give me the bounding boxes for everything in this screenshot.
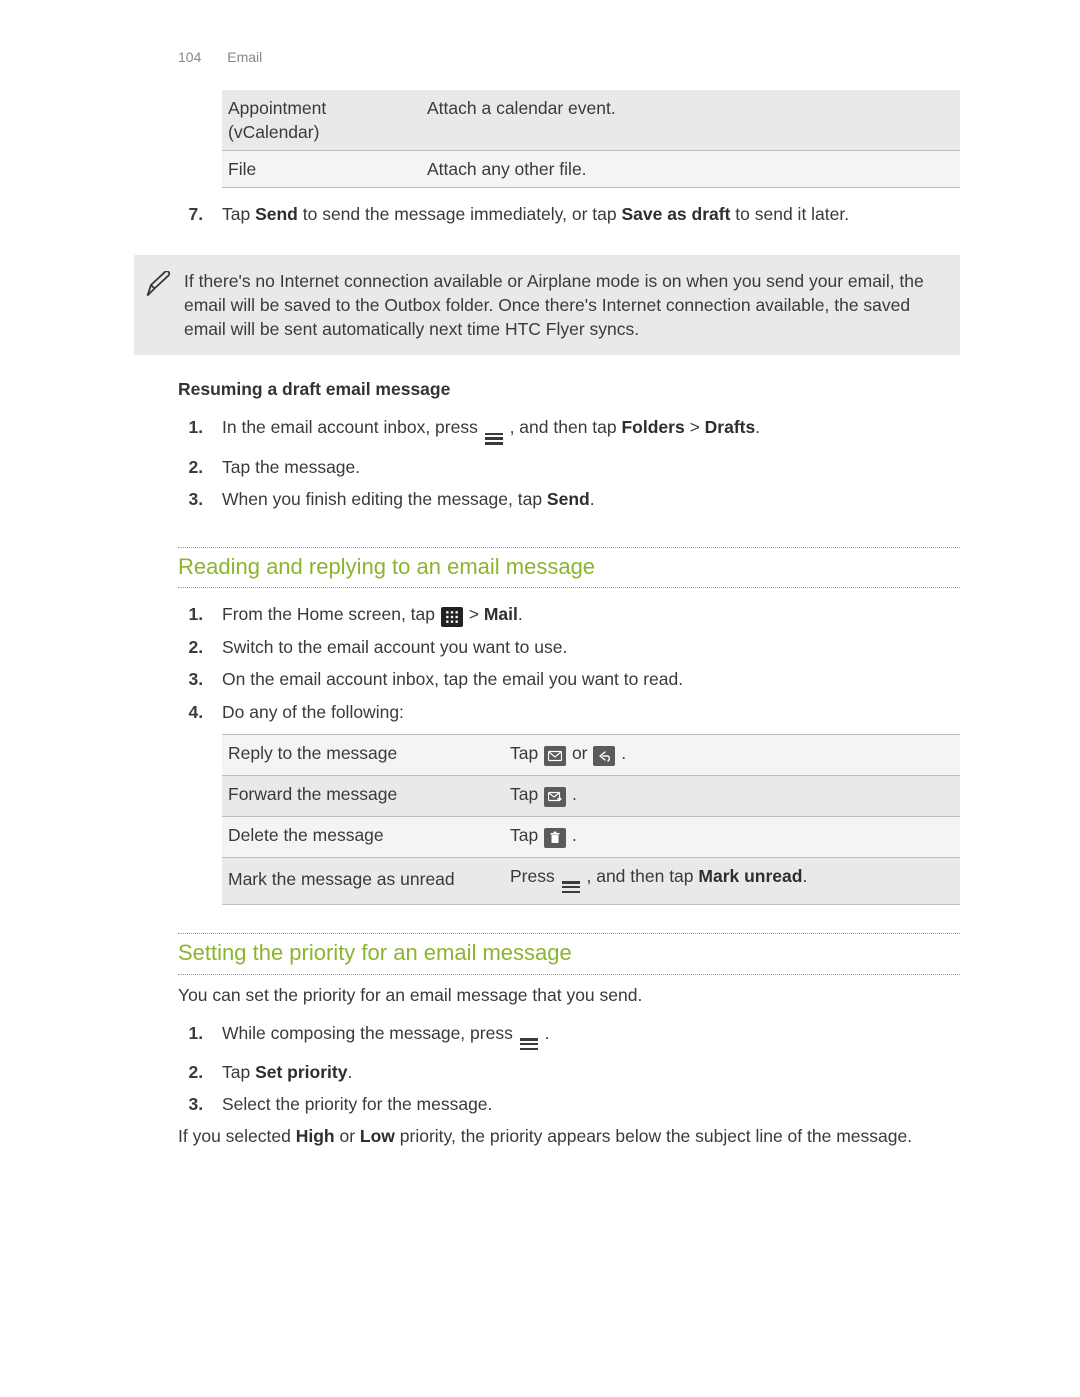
text: Tap: [222, 204, 255, 224]
reply-all-icon: [593, 746, 615, 766]
table-row: Reply to the message Tap or .: [222, 734, 960, 775]
text: , and then tap: [510, 417, 622, 437]
priority-closing: If you selected High or Low priority, th…: [178, 1124, 960, 1148]
text: .: [802, 866, 807, 886]
action-desc: Tap .: [504, 775, 960, 816]
page-content: Appointment (vCalendar) Attach a calenda…: [178, 90, 960, 1149]
table-row: Forward the message Tap .: [222, 775, 960, 816]
text: While composing the message, press: [222, 1023, 518, 1043]
forward-icon: [544, 787, 566, 807]
bold-low: Low: [360, 1126, 395, 1146]
attach-label: Appointment (vCalendar): [222, 90, 421, 151]
list-item: Tap the message.: [208, 455, 960, 479]
text: , and then tap: [586, 866, 698, 886]
list-item: Switch to the email account you want to …: [208, 635, 960, 659]
page-number: 104: [178, 49, 201, 65]
text: If you selected: [178, 1126, 296, 1146]
list-item: When you finish editing the message, tap…: [208, 487, 960, 511]
reply-icon: [544, 746, 566, 766]
trash-icon: [544, 828, 566, 848]
list-item: Select the priority for the message.: [208, 1092, 960, 1116]
text: From the Home screen, tap: [222, 604, 440, 624]
bold-mark-unread: Mark unread: [698, 866, 802, 886]
apps-grid-icon: [441, 607, 463, 627]
text: .: [572, 784, 577, 804]
note-airplane: If there's no Internet connection availa…: [134, 255, 960, 355]
table-row: Delete the message Tap .: [222, 816, 960, 857]
text: Press: [510, 866, 560, 886]
list-item: Tap Set priority.: [208, 1060, 960, 1084]
running-header: 104 Email: [178, 48, 262, 67]
attach-label: File: [222, 151, 421, 188]
text: Tap: [222, 1062, 255, 1082]
list-item: On the email account inbox, tap the emai…: [208, 667, 960, 691]
text: priority, the priority appears below the…: [395, 1126, 912, 1146]
text: to send the message immediately, or tap: [298, 204, 622, 224]
actions-table: Reply to the message Tap or . Forward th…: [222, 734, 960, 905]
resume-list: In the email account inbox, press , and …: [178, 415, 960, 511]
section-title-priority: Setting the priority for an email messag…: [178, 938, 960, 968]
section-divider: Setting the priority for an email messag…: [178, 933, 960, 974]
text: .: [545, 1023, 550, 1043]
subhead-resuming: Resuming a draft email message: [178, 377, 960, 401]
menu-icon: [562, 879, 580, 895]
attach-desc: Attach a calendar event.: [421, 90, 960, 151]
text: .: [518, 604, 523, 624]
step-7: Tap Send to send the message immediately…: [208, 202, 960, 226]
reading-list: From the Home screen, tap > Mail. Switch…: [178, 602, 960, 723]
text: Tap: [510, 743, 543, 763]
text: .: [572, 825, 577, 845]
text: to send it later.: [730, 204, 849, 224]
note-text: If there's no Internet connection availa…: [184, 269, 942, 341]
action-label: Mark the message as unread: [222, 857, 504, 904]
section-divider: Reading and replying to an email message: [178, 547, 960, 588]
pencil-icon: [144, 269, 184, 341]
action-label: Forward the message: [222, 775, 504, 816]
step-list-a: Tap Send to send the message immediately…: [178, 202, 960, 226]
action-label: Delete the message: [222, 816, 504, 857]
bold-send: Send: [547, 489, 590, 509]
action-desc: Press , and then tap Mark unread.: [504, 857, 960, 904]
list-item: In the email account inbox, press , and …: [208, 415, 960, 446]
text: or: [335, 1126, 360, 1146]
manual-page: 104 Email Appointment (vCalendar) Attach…: [0, 0, 1080, 1397]
section-title-reading: Reading and replying to an email message: [178, 552, 960, 582]
text: Tap: [510, 784, 543, 804]
menu-icon: [485, 431, 503, 447]
priority-intro: You can set the priority for an email me…: [178, 983, 960, 1007]
text: When you finish editing the message, tap: [222, 489, 547, 509]
list-item: Do any of the following:: [208, 700, 960, 724]
bold-folders: Folders: [621, 417, 684, 437]
bold-mail: Mail: [484, 604, 518, 624]
bold-set-priority: Set priority: [255, 1062, 347, 1082]
table-row: Mark the message as unread Press , and t…: [222, 857, 960, 904]
attach-table: Appointment (vCalendar) Attach a calenda…: [222, 90, 960, 188]
attach-desc: Attach any other file.: [421, 151, 960, 188]
page-section: Email: [227, 49, 262, 65]
text: >: [469, 604, 484, 624]
text: .: [621, 743, 626, 763]
bold-save-draft: Save as draft: [621, 204, 730, 224]
text: Tap: [510, 825, 543, 845]
bold-send: Send: [255, 204, 298, 224]
text: .: [347, 1062, 352, 1082]
bold-high: High: [296, 1126, 335, 1146]
list-item: While composing the message, press .: [208, 1021, 960, 1052]
bold-drafts: Drafts: [705, 417, 756, 437]
action-desc: Tap .: [504, 816, 960, 857]
text: >: [685, 417, 705, 437]
text: .: [590, 489, 595, 509]
text: .: [755, 417, 760, 437]
menu-icon: [520, 1036, 538, 1052]
action-label: Reply to the message: [222, 734, 504, 775]
text: or: [572, 743, 592, 763]
priority-list: While composing the message, press . Tap…: [178, 1021, 960, 1117]
text: In the email account inbox, press: [222, 417, 483, 437]
table-row: File Attach any other file.: [222, 151, 960, 188]
action-desc: Tap or .: [504, 734, 960, 775]
table-row: Appointment (vCalendar) Attach a calenda…: [222, 90, 960, 151]
list-item: From the Home screen, tap > Mail.: [208, 602, 960, 627]
